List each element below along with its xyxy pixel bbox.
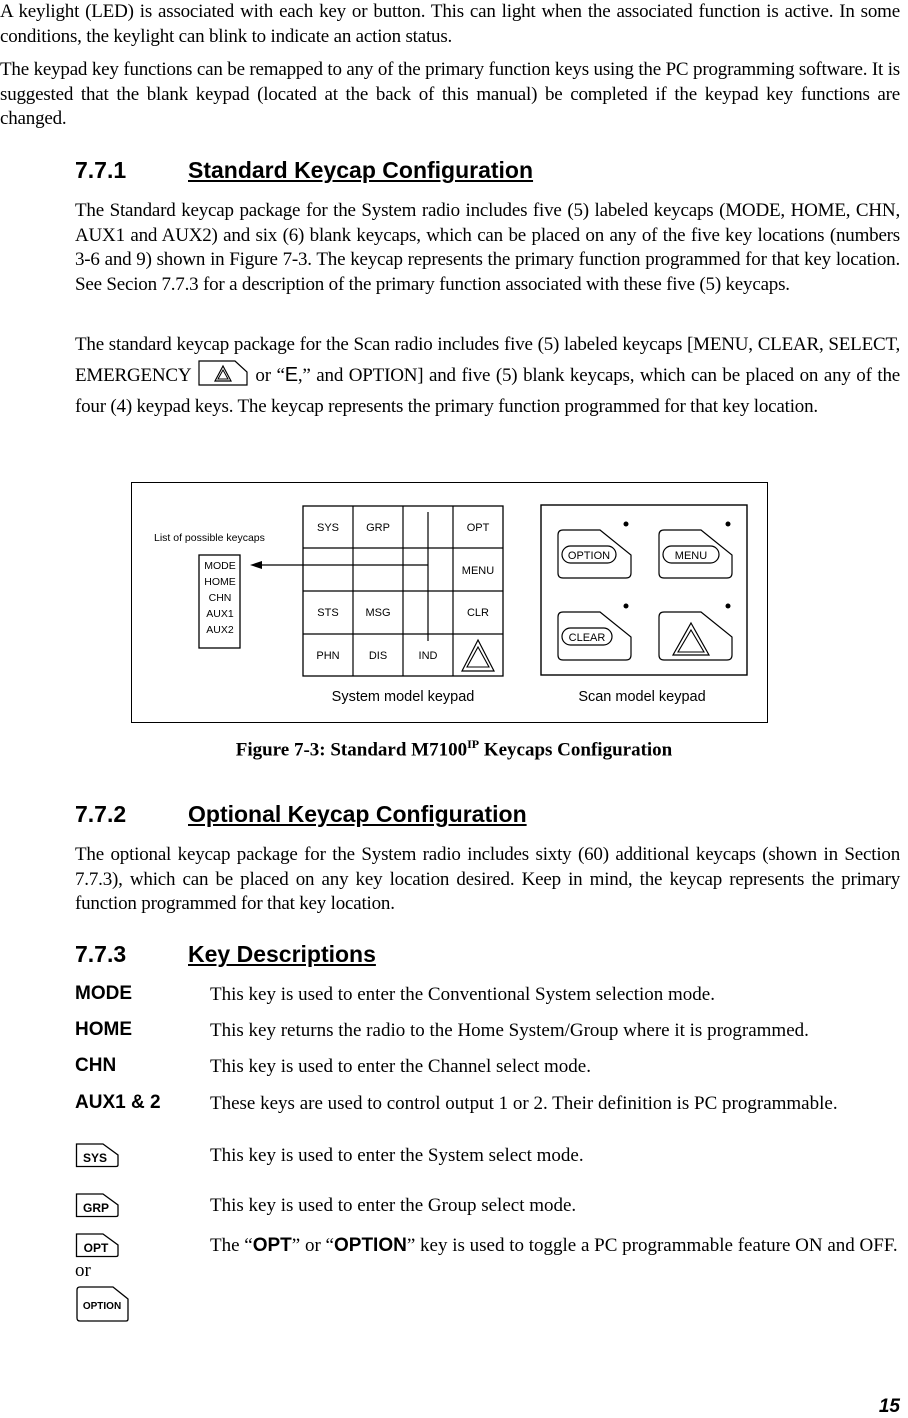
scan-key-option-label: OPTION: [568, 550, 610, 562]
led-indicator-icon: [623, 603, 629, 609]
keycap-option: MODE: [204, 560, 236, 572]
system-key-clr: CLR: [467, 607, 489, 619]
keycap-option: HOME: [204, 576, 236, 588]
key-name: MODE: [75, 983, 132, 1004]
emergency-triangle-icon: [671, 621, 711, 656]
arrow-head-icon: [250, 561, 262, 569]
section-title: Standard Keycap Configuration: [188, 157, 534, 183]
keycap-option: AUX2: [206, 624, 234, 636]
section-7-7-2-paragraph: The optional keycap package for the Syst…: [75, 844, 900, 914]
keycaps-diagram: List of possible keycaps MODE HOME CHN A…: [154, 504, 748, 705]
keycap-text: SYS: [83, 1151, 107, 1165]
system-key-phn: PHN: [316, 650, 339, 662]
page-number: 15: [878, 1396, 900, 1417]
section-number: 7.7.1: [75, 157, 127, 183]
emergency-triangle-icon: [461, 638, 495, 672]
led-indicator-icon: [623, 521, 629, 527]
section-number: 7.7.2: [75, 801, 127, 827]
intro-paragraph-2: The keypad key functions can be remapped…: [0, 59, 900, 129]
led-indicator-icon: [725, 603, 731, 609]
section-7-7-1-paragraph-2: The standard keycap package for the Scan…: [75, 334, 900, 417]
system-key-ind: IND: [419, 650, 438, 662]
keycap-option: AUX1: [206, 608, 234, 620]
key-name: HOME: [75, 1019, 132, 1040]
section-7-7-1-paragraph-1: The Standard keycap package for the Syst…: [75, 200, 900, 295]
or-text: or: [75, 1260, 91, 1281]
scan-key-clear-label: CLEAR: [569, 632, 606, 644]
key-description: The “OPT” or “OPTION” key is used to tog…: [210, 1235, 898, 1256]
led-indicator-icon: [725, 521, 731, 527]
possible-keycaps-label: List of possible keycaps: [154, 532, 265, 544]
system-key-dis: DIS: [369, 650, 387, 662]
key-name: AUX1 & 2: [75, 1092, 161, 1113]
key-description: This key is used to enter the Convention…: [210, 984, 715, 1005]
figure-7-3: List of possible keycaps MODE HOME CHN A…: [131, 482, 768, 723]
figure-caption: Figure 7-3: Standard M7100IP Keycaps Con…: [235, 737, 673, 761]
section-title: Key Descriptions: [188, 941, 376, 967]
system-keypad-label: System model keypad: [332, 689, 475, 705]
key-description: This key is used to enter the Channel se…: [210, 1056, 591, 1077]
grp-keycap-icon: GRP: [75, 1193, 119, 1218]
key-description: These keys are used to control output 1 …: [210, 1093, 838, 1114]
key-description: This key is used to enter the Group sele…: [210, 1195, 577, 1216]
system-key-sts: STS: [317, 607, 338, 619]
key-description: This key is used to enter the System sel…: [210, 1145, 584, 1166]
scan-key-emergency: [658, 603, 733, 661]
intro-paragraph-1: A keylight (LED) is associated with each…: [0, 1, 900, 47]
keycap-text: OPT: [84, 1241, 109, 1255]
scan-keypad-label: Scan model keypad: [578, 689, 705, 705]
system-key-menu: MENU: [462, 565, 494, 577]
option-keycap-icon: OPTION: [76, 1286, 129, 1322]
system-key-grp: GRP: [366, 522, 390, 534]
emergency-keycap-icon: [197, 358, 249, 396]
keycap-option: CHN: [209, 592, 232, 604]
system-key-sys: SYS: [317, 522, 339, 534]
system-key-opt: OPT: [467, 522, 490, 534]
scan-key-menu-label: MENU: [675, 550, 707, 562]
keycap-text: OPTION: [83, 1301, 121, 1312]
system-key-msg: MSG: [365, 607, 390, 619]
section-title: Optional Keycap Configuration: [188, 801, 527, 827]
sys-keycap-icon: SYS: [75, 1143, 119, 1168]
key-name: CHN: [75, 1055, 117, 1076]
section-number: 7.7.3: [75, 941, 127, 967]
opt-keycap-icon: OPT: [75, 1233, 119, 1258]
keycap-text: GRP: [83, 1201, 109, 1215]
key-description: This key returns the radio to the Home S…: [210, 1020, 809, 1041]
